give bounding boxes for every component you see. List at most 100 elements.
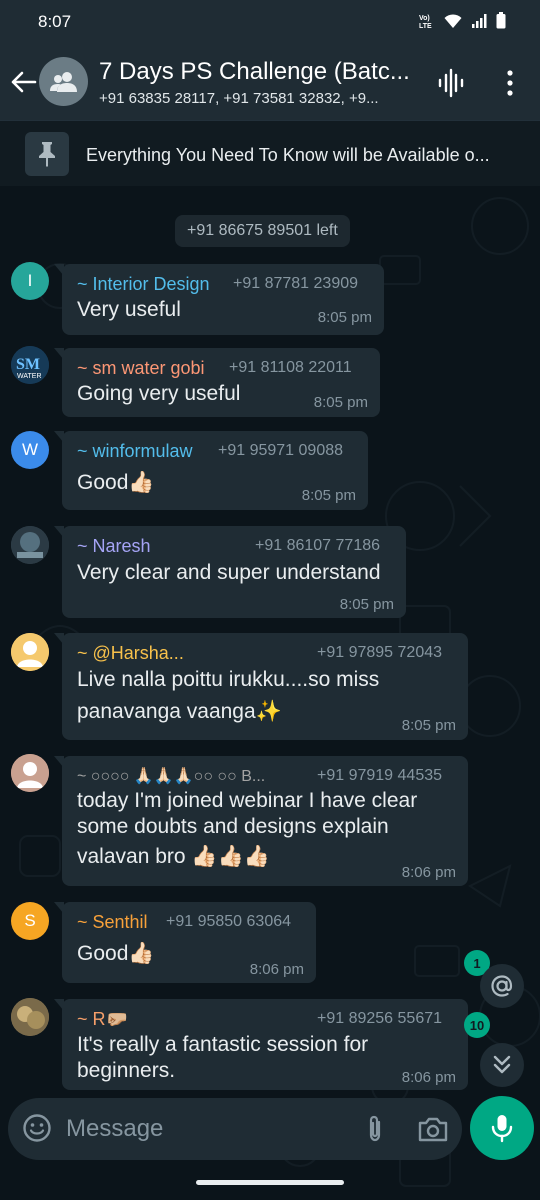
message-line: It's really a fantastic session for xyxy=(77,1033,369,1056)
message-bubble[interactable]: ~ winformulaw +91 95971 09088 Good👍🏻 8:0… xyxy=(54,431,368,510)
back-arrow-icon xyxy=(11,71,37,93)
default-avatar-icon xyxy=(11,633,49,671)
sender-name[interactable]: ~ Interior Design xyxy=(77,274,210,295)
back-button[interactable] xyxy=(6,60,42,104)
attach-button[interactable] xyxy=(360,1114,390,1144)
status-bar: 8:07 Vo) LTE xyxy=(0,0,540,44)
message-bubble[interactable]: ~ Naresh +91 86107 77186 Very clear and … xyxy=(54,526,406,618)
group-avatar-icon xyxy=(49,71,77,92)
double-chevron-down-icon xyxy=(493,1055,511,1074)
system-message: +91 86675 89501 left xyxy=(175,215,350,247)
chat-participants[interactable]: +91 63835 28117, +91 73581 32832, +9... xyxy=(99,90,419,107)
avatar[interactable]: I xyxy=(11,262,49,300)
pin-icon xyxy=(39,142,55,167)
at-sign-icon xyxy=(491,975,513,997)
voice-message-button[interactable] xyxy=(470,1096,534,1160)
message-input[interactable] xyxy=(66,1108,336,1150)
avatar[interactable] xyxy=(11,754,49,792)
message-text: Going very useful xyxy=(77,382,241,405)
chat-header: 7 Days PS Challenge (Batc... +91 63835 2… xyxy=(0,44,540,120)
sender-phone: +91 81108 22011 xyxy=(229,359,352,376)
message-text: Very clear and super understand xyxy=(77,561,381,584)
message-bubble[interactable]: ~ sm water gobi +91 81108 22011 Going ve… xyxy=(54,348,380,417)
svg-text:LTE: LTE xyxy=(419,23,432,29)
avatar-letter: W xyxy=(21,440,39,459)
scroll-to-bottom-button[interactable] xyxy=(480,1043,524,1087)
default-avatar-icon xyxy=(11,754,49,792)
message-composer xyxy=(8,1098,462,1160)
more-options-button[interactable] xyxy=(498,68,522,98)
mic-icon xyxy=(491,1115,513,1143)
sender-phone: +91 97919 44535 xyxy=(317,767,443,784)
message-time: 8:06 pm xyxy=(401,864,456,881)
message-bubble[interactable]: ~ @Harsha... +91 97895 72043 Live nalla … xyxy=(54,633,468,740)
message-time: 8:05 pm xyxy=(317,309,372,326)
group-avatar[interactable] xyxy=(39,57,88,106)
sender-name[interactable]: ~ Naresh xyxy=(77,536,151,557)
message-bubble[interactable]: ~ ○○○○ 🙏🏻🙏🏻🙏🏻○○ ○○ B... +91 97919 44535 … xyxy=(54,756,468,886)
more-options-icon xyxy=(507,70,513,96)
svg-text:SM: SM xyxy=(16,356,40,373)
pin-thumbnail xyxy=(25,132,69,176)
avatar-image xyxy=(11,998,49,1036)
sender-phone: +91 87781 23909 xyxy=(233,275,359,292)
avatar[interactable]: SM WATER xyxy=(11,346,49,384)
message-bubble[interactable]: ~ Senthil +91 95850 63064 Good👍🏻 8:06 pm xyxy=(54,902,316,983)
message-time: 8:05 pm xyxy=(313,394,368,411)
emoji-button[interactable] xyxy=(22,1113,52,1143)
emoji-icon xyxy=(23,1114,51,1142)
jump-to-mention-button[interactable] xyxy=(480,964,524,1008)
avatar-letter: I xyxy=(27,271,33,290)
sender-name[interactable]: ~ Senthil xyxy=(77,912,148,933)
message-bubble[interactable]: ~ Interior Design +91 87781 23909 Very u… xyxy=(54,264,384,335)
avatar[interactable] xyxy=(11,633,49,671)
sender-name[interactable]: ~ ○○○○ 🙏🏻🙏🏻🙏🏻○○ ○○ B... xyxy=(77,766,287,786)
voice-chat-button[interactable] xyxy=(436,68,466,98)
wifi-icon xyxy=(444,13,462,28)
unread-count-badge: 10 xyxy=(464,1012,490,1038)
message-bubble[interactable]: ~ R🤛🏼 +91 89256 55671 It's really a fant… xyxy=(54,999,468,1090)
svg-text:Vo): Vo) xyxy=(419,15,430,22)
status-time: 8:07 xyxy=(38,12,72,31)
message-text: today I'm joined webinar I have clear so… xyxy=(77,788,417,870)
pinned-message-bar[interactable]: Everything You Need To Know will be Avai… xyxy=(0,120,540,186)
sender-phone: +91 95850 63064 xyxy=(166,913,292,930)
sender-phone: +91 86107 77186 xyxy=(255,537,381,554)
voice-chat-icon xyxy=(438,68,464,98)
svg-text:WATER: WATER xyxy=(17,373,42,380)
sender-name[interactable]: ~ @Harsha... xyxy=(77,643,184,664)
message-time: 8:06 pm xyxy=(249,961,304,978)
signal-icon xyxy=(472,13,487,28)
sender-phone: +91 95971 09088 xyxy=(218,442,344,459)
camera-button[interactable] xyxy=(417,1114,449,1144)
avatar[interactable] xyxy=(11,998,49,1036)
message-line: beginners. xyxy=(77,1059,176,1082)
camera-icon xyxy=(418,1117,448,1142)
message-time: 8:05 pm xyxy=(339,596,394,613)
sender-name[interactable]: ~ R🤛🏼 xyxy=(77,1009,128,1030)
sender-name[interactable]: ~ sm water gobi xyxy=(77,358,205,379)
message-text: Good👍🏻 xyxy=(77,471,155,494)
avatar-image: SMWATER xyxy=(11,346,49,384)
volte-icon: Vo)LTE xyxy=(419,15,432,29)
avatar[interactable] xyxy=(11,526,49,564)
message-time: 8:05 pm xyxy=(401,717,456,734)
message-text: It's really a fantastic session for begi… xyxy=(77,1032,368,1084)
message-line: Live nalla poittu irukku....so miss xyxy=(77,668,380,691)
attach-icon xyxy=(369,1115,381,1142)
message-line: today I'm joined webinar I have clear xyxy=(77,789,418,812)
status-icons: Vo) LTE xyxy=(419,12,506,29)
chat-title[interactable]: 7 Days PS Challenge (Batc... xyxy=(99,58,414,86)
avatar-image xyxy=(11,526,49,564)
avatar[interactable]: S xyxy=(11,902,49,940)
avatar[interactable]: W xyxy=(11,431,49,469)
gesture-nav-handle[interactable] xyxy=(196,1180,344,1185)
chat-area[interactable]: +91 86675 89501 left I ~ Interior Design… xyxy=(0,186,540,1200)
pinned-message-text: Everything You Need To Know will be Avai… xyxy=(86,145,490,165)
battery-icon xyxy=(496,12,506,29)
message-line: some doubts and designs explain xyxy=(77,815,389,838)
message-text: Very useful xyxy=(77,298,181,321)
sender-name[interactable]: ~ winformulaw xyxy=(77,441,193,462)
message-text: Live nalla poittu irukku....so miss pana… xyxy=(77,666,379,726)
sender-phone: +91 89256 55671 xyxy=(317,1010,443,1027)
